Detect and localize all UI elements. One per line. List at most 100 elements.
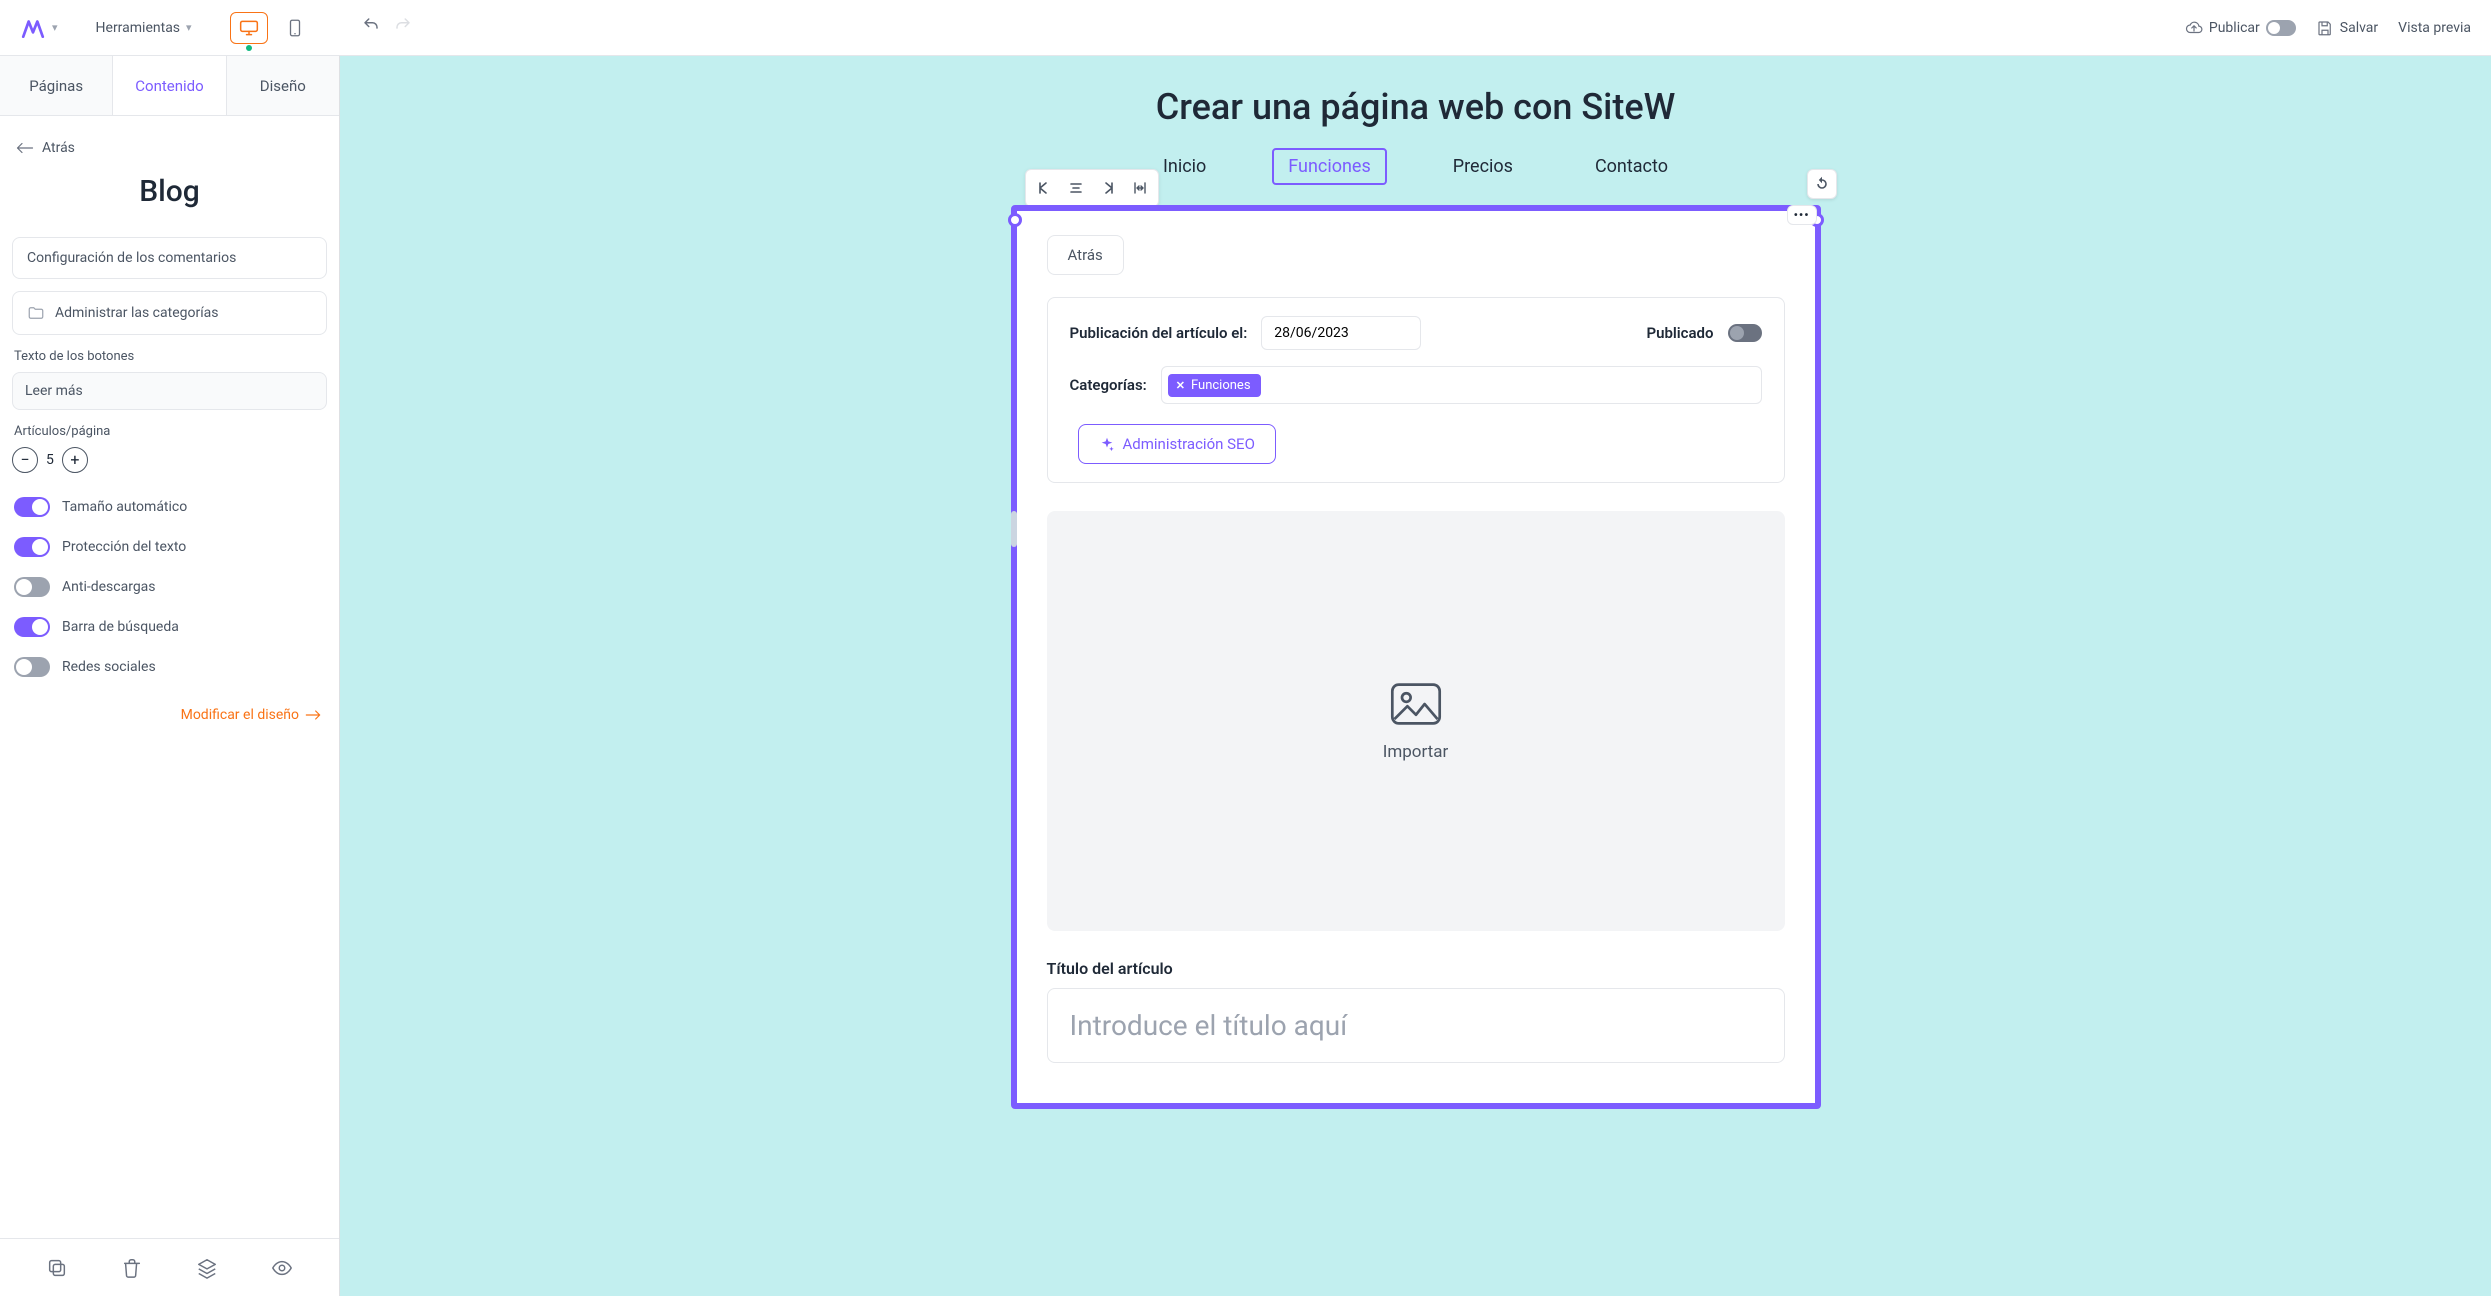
toggle-row-search-bar: Barra de búsqueda: [12, 607, 327, 647]
button-text-label: Texto de los botones: [14, 349, 327, 364]
toggle-social-label: Redes sociales: [62, 659, 156, 675]
arrow-left-icon: [16, 141, 34, 155]
chevron-down-icon: ▾: [186, 21, 192, 34]
block-more-button[interactable]: •••: [1787, 205, 1817, 225]
selection-handle-left[interactable]: [1008, 213, 1022, 227]
mobile-icon: [285, 19, 305, 37]
layers-icon: [196, 1257, 218, 1279]
publication-date-label: Publicación del artículo el:: [1070, 324, 1248, 342]
modify-design-label: Modificar el diseño: [181, 707, 299, 723]
undo-redo-group: [362, 16, 412, 39]
copy-icon: [46, 1257, 68, 1279]
toggle-anti-download[interactable]: [14, 577, 50, 597]
selected-blog-block[interactable]: ••• Atrás Publicación del artículo el: P…: [1011, 205, 1821, 1109]
image-import-dropzone[interactable]: Importar: [1047, 511, 1785, 931]
stepper-value: 5: [46, 452, 54, 468]
nav-item-features[interactable]: Funciones: [1272, 148, 1386, 185]
articles-per-page-label: Artículos/página: [14, 424, 327, 439]
logo-menu[interactable]: ▾: [20, 15, 58, 41]
trash-icon: [121, 1257, 143, 1279]
canvas[interactable]: Crear una página web con SiteW Inicio Fu…: [340, 56, 2491, 1296]
redo-button[interactable]: [394, 16, 412, 39]
folder-icon: [27, 304, 45, 322]
comments-config-button[interactable]: Configuración de los comentarios: [12, 237, 327, 279]
article-title-input[interactable]: [1047, 988, 1785, 1063]
toggle-search-bar[interactable]: [14, 617, 50, 637]
stepper-plus-button[interactable]: +: [62, 447, 88, 473]
preview-label: Vista previa: [2398, 20, 2471, 36]
article-meta-box: Publicación del artículo el: Publicado C…: [1047, 297, 1785, 483]
logo-icon: [20, 15, 46, 41]
toggle-row-social: Redes sociales: [12, 647, 327, 687]
remove-tag-button[interactable]: ✕: [1176, 379, 1185, 392]
manage-categories-button[interactable]: Administrar las categorías: [12, 291, 327, 335]
toggle-auto-size[interactable]: [14, 497, 50, 517]
undo-button[interactable]: [362, 16, 380, 39]
save-button[interactable]: Salvar: [2316, 19, 2378, 37]
seo-admin-button[interactable]: Administración SEO: [1078, 424, 1276, 464]
undo-icon: [362, 16, 380, 34]
published-label: Publicado: [1646, 324, 1713, 342]
sidebar: Páginas Contenido Diseño Atrás Blog Conf…: [0, 56, 340, 1296]
import-label: Importar: [1383, 742, 1449, 762]
nav-item-pricing[interactable]: Precios: [1437, 148, 1529, 185]
visibility-button[interactable]: [271, 1257, 293, 1279]
articles-per-page-stepper: − 5 +: [12, 447, 327, 473]
site-title: Crear una página web con SiteW: [340, 56, 2491, 148]
align-left-button[interactable]: [1030, 174, 1058, 202]
main-layout: Páginas Contenido Diseño Atrás Blog Conf…: [0, 56, 2491, 1296]
article-back-button[interactable]: Atrás: [1047, 235, 1124, 275]
manage-categories-label: Administrar las categorías: [55, 305, 219, 321]
category-tag: ✕ Funciones: [1168, 374, 1261, 397]
sidebar-back-label: Atrás: [42, 140, 75, 156]
toggle-social[interactable]: [14, 657, 50, 677]
site-nav: Inicio Funciones Precios Contacto: [340, 148, 2491, 205]
device-mobile-button[interactable]: [276, 12, 314, 44]
publish-label: Publicar: [2209, 20, 2260, 36]
published-toggle[interactable]: [1728, 324, 1762, 342]
save-label: Salvar: [2340, 20, 2378, 36]
tools-menu[interactable]: Herramientas ▾: [96, 20, 192, 36]
layers-button[interactable]: [196, 1257, 218, 1279]
comments-config-label: Configuración de los comentarios: [27, 250, 236, 266]
duplicate-button[interactable]: [46, 1257, 68, 1279]
alignment-toolbar: [1025, 169, 1159, 207]
stepper-minus-button[interactable]: −: [12, 447, 38, 473]
align-stretch-button[interactable]: [1126, 174, 1154, 202]
tab-pages[interactable]: Páginas: [0, 56, 113, 115]
publish-auto-toggle[interactable]: [2266, 20, 2296, 36]
toggle-anti-download-label: Anti-descargas: [62, 579, 156, 595]
tab-content[interactable]: Contenido: [113, 56, 226, 115]
delete-button[interactable]: [121, 1257, 143, 1279]
device-desktop-button[interactable]: [230, 12, 268, 44]
sparkle-icon: [1099, 436, 1115, 452]
categories-input[interactable]: ✕ Funciones: [1161, 366, 1762, 404]
align-right-button[interactable]: [1094, 174, 1122, 202]
article-back-label: Atrás: [1068, 246, 1103, 264]
align-center-button[interactable]: [1062, 174, 1090, 202]
modify-design-link[interactable]: Modificar el diseño: [12, 687, 327, 723]
publish-action[interactable]: Publicar: [2185, 19, 2296, 37]
reset-icon: [1814, 176, 1830, 192]
preview-button[interactable]: Vista previa: [2398, 20, 2471, 36]
block-drag-rail[interactable]: [1011, 511, 1017, 547]
topbar: ▾ Herramientas ▾ Publicar Salvar: [0, 0, 2491, 56]
nav-item-contact[interactable]: Contacto: [1579, 148, 1684, 185]
block-reset-button[interactable]: [1807, 169, 1837, 199]
eye-icon: [271, 1257, 293, 1279]
arrow-right-icon: [305, 709, 321, 721]
publication-date-input[interactable]: [1261, 316, 1421, 350]
button-text-input[interactable]: [12, 372, 327, 410]
toggle-row-text-protection: Protección del texto: [12, 527, 327, 567]
chevron-down-icon: ▾: [52, 21, 58, 34]
save-icon: [2316, 19, 2334, 37]
align-center-icon: [1068, 180, 1084, 196]
align-left-icon: [1036, 180, 1052, 196]
sidebar-back-button[interactable]: Atrás: [12, 132, 327, 174]
sidebar-panel-title: Blog: [12, 174, 327, 209]
image-icon: [1388, 680, 1444, 728]
tools-label: Herramientas: [96, 20, 181, 36]
toggle-auto-size-label: Tamaño automático: [62, 499, 187, 515]
toggle-text-protection[interactable]: [14, 537, 50, 557]
tab-design[interactable]: Diseño: [227, 56, 339, 115]
